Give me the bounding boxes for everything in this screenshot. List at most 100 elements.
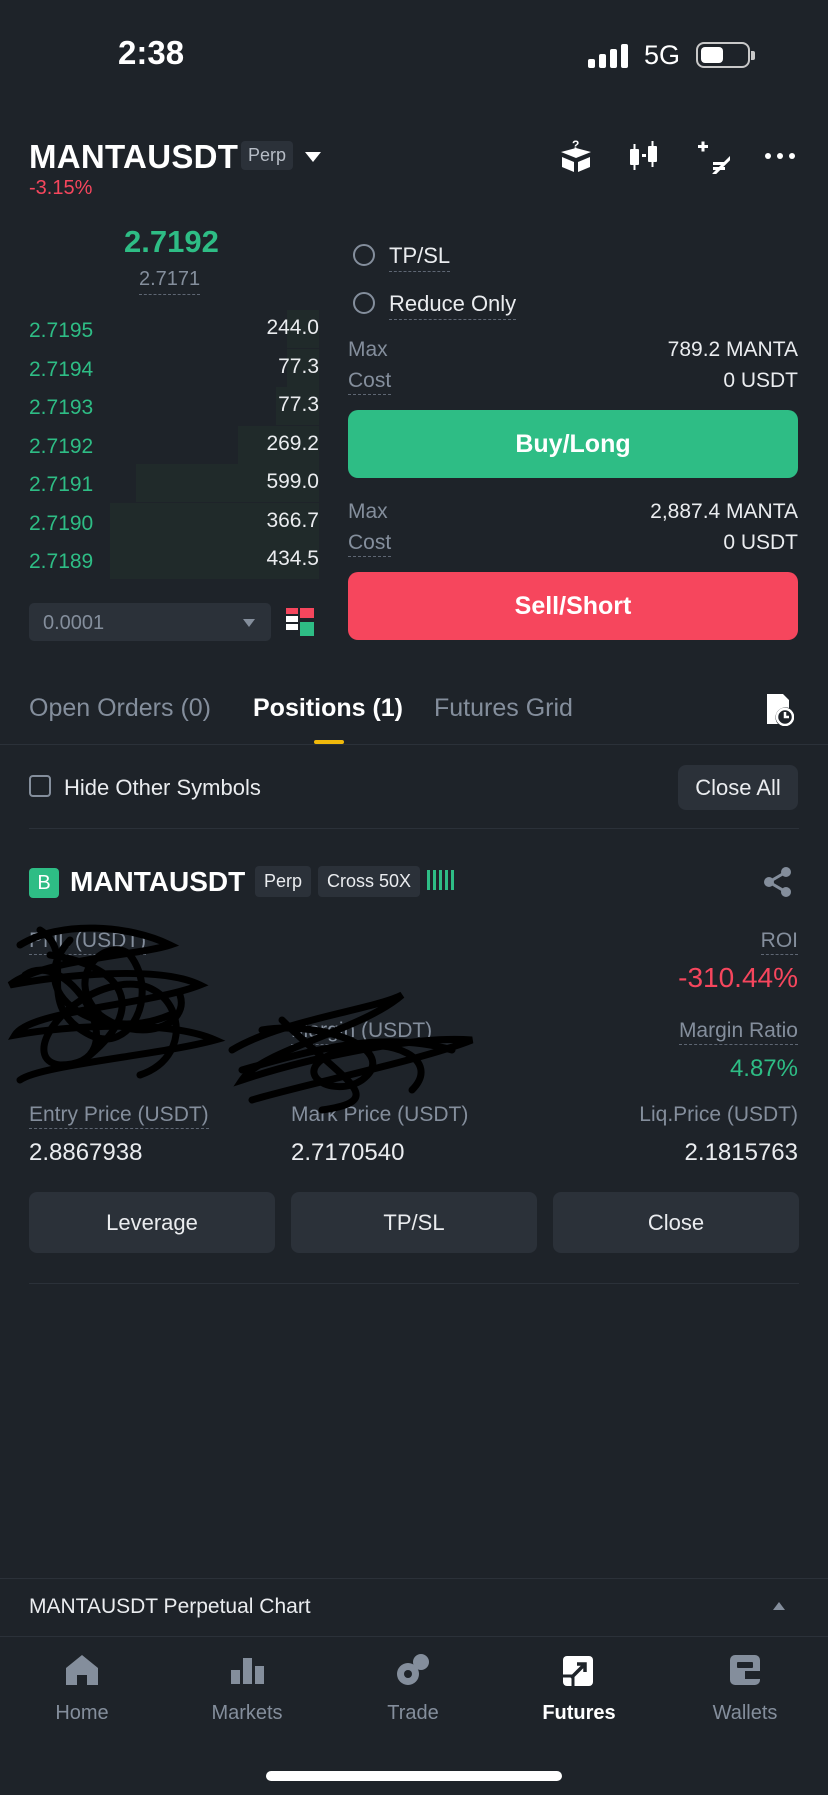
orderbook-layout-icon[interactable]	[286, 608, 314, 636]
orderbook-qty: 244.0	[266, 316, 319, 339]
nav-markets[interactable]: Markets	[182, 1650, 312, 1725]
status-time: 2:38	[118, 34, 185, 71]
markets-icon	[231, 1658, 264, 1684]
tick-size-select[interactable]: 0.0001	[29, 603, 271, 641]
orderbook-row[interactable]: 2.7193 77.3	[29, 387, 319, 425]
hide-other-symbols-label: Hide Other Symbols	[64, 775, 261, 800]
buy-cost-label: Cost	[348, 369, 392, 395]
nav-trade-label: Trade	[387, 1702, 439, 1724]
orderbook-qty: 77.3	[278, 354, 319, 378]
tpsl-button[interactable]: TP/SL	[291, 1192, 537, 1253]
network-label: 5G	[644, 40, 681, 70]
symbol-title[interactable]: MANTAUSDT	[29, 138, 238, 176]
position-contract-tag: Perp	[255, 866, 312, 897]
wallet-icon	[730, 1655, 760, 1685]
side-badge: B	[29, 868, 59, 898]
roi-value: -310.44%	[678, 962, 798, 993]
tab-positions[interactable]: Positions (1)	[253, 694, 403, 723]
redaction-scribble	[228, 991, 474, 1114]
entry-price-value: 2.8867938	[29, 1139, 143, 1166]
orderbook-qty: 269.2	[266, 431, 319, 455]
orderbook-price: 2.7190	[29, 511, 94, 535]
liq-price-value: 2.1815763	[684, 1139, 798, 1166]
home-indicator[interactable]	[266, 1771, 562, 1781]
battery-icon	[696, 42, 755, 68]
tpsl-radio[interactable]	[353, 244, 375, 266]
sell-short-button[interactable]: Sell/Short	[348, 572, 798, 640]
futures-screen: 2:38 5G MANTAUSDT Perp -3.15% ? 2.7192 2…	[0, 0, 828, 1795]
margin-label[interactable]: Margin (USDT)	[291, 1019, 433, 1045]
candlestick-chart-icon[interactable]	[626, 138, 662, 174]
nav-wallets-label: Wallets	[712, 1702, 778, 1724]
calculator-icon[interactable]	[694, 138, 730, 174]
chevron-down-icon	[243, 619, 255, 627]
buy-max-label: Max	[348, 338, 388, 361]
orderbook-qty: 77.3	[278, 393, 319, 416]
orderbook-price: 2.7193	[29, 396, 94, 419]
roi-label[interactable]: ROI	[760, 929, 798, 955]
tab-open-orders[interactable]: Open Orders (0)	[29, 694, 211, 723]
orderbook-row[interactable]: 2.7195 244.0	[29, 310, 319, 348]
buy-max-value: 789.2 MANTA	[667, 338, 798, 361]
liq-price-label: Liq.Price (USDT)	[639, 1103, 798, 1126]
tabs-divider	[0, 744, 828, 745]
orderbook-row[interactable]: 2.7191 599.0	[29, 464, 319, 502]
trade-icon	[397, 1654, 429, 1685]
margin-mode-tag[interactable]: Cross 50X	[318, 866, 421, 897]
symbol-dropdown-icon[interactable]	[305, 152, 321, 162]
nav-home[interactable]: Home	[17, 1650, 147, 1725]
orderbook-qty: 434.5	[266, 547, 319, 570]
orderbook-qty: 599.0	[266, 470, 319, 493]
positions-divider	[29, 828, 799, 829]
last-price: 2.7192	[124, 224, 219, 259]
orderbook-price: 2.7189	[29, 550, 94, 573]
nav-home-label: Home	[55, 1702, 109, 1724]
risk-level-icon	[427, 870, 454, 890]
buy-long-button[interactable]: Buy/Long	[348, 410, 798, 478]
position-card-divider	[29, 1283, 799, 1284]
sell-cost-label: Cost	[348, 531, 392, 557]
reduce-only-radio[interactable]	[353, 292, 375, 314]
order-history-icon[interactable]	[764, 692, 794, 726]
nav-futures[interactable]: Futures	[514, 1650, 644, 1725]
orderbook-row[interactable]: 2.7190 366.7	[29, 502, 319, 541]
orderbook-qty: 366.7	[266, 508, 319, 532]
orderbook-price: 2.7195	[29, 319, 94, 342]
orderbook-price: 2.7192	[29, 434, 94, 458]
nav-markets-label: Markets	[211, 1702, 283, 1724]
nav-wallets[interactable]: Wallets	[680, 1650, 810, 1725]
contract-type-tag: Perp	[241, 141, 294, 170]
orderbook-row[interactable]: 2.7192 269.2	[29, 425, 319, 464]
chevron-up-icon[interactable]	[773, 1602, 785, 1610]
orderbook-row[interactable]: 2.7189 434.5	[29, 541, 319, 579]
mark-price-value: 2.7170540	[291, 1139, 405, 1166]
orderbook-price: 2.7194	[29, 357, 94, 381]
margin-ratio-label[interactable]: Margin Ratio	[678, 1019, 798, 1045]
orderbook-row[interactable]: 2.7194 77.3	[29, 348, 319, 387]
orderbook-price: 2.7191	[29, 473, 94, 496]
share-icon[interactable]	[762, 866, 794, 898]
position-symbol[interactable]: MANTAUSDT	[70, 866, 245, 898]
home-icon	[66, 1655, 98, 1685]
leverage-button[interactable]: Leverage	[29, 1192, 275, 1253]
close-position-button[interactable]: Close	[553, 1192, 799, 1253]
mark-price-label: Mark Price (USDT)	[291, 1103, 469, 1126]
tick-size-value: 0.0001	[43, 612, 105, 634]
mark-price[interactable]: 2.7171	[139, 268, 201, 295]
nav-trade[interactable]: Trade	[348, 1650, 478, 1725]
signal-icon	[588, 44, 628, 68]
entry-price-label[interactable]: Entry Price (USDT)	[29, 1103, 209, 1129]
tab-futures-grid[interactable]: Futures Grid	[434, 694, 573, 723]
pnl-label[interactable]: PNL (USDT)	[29, 929, 147, 955]
nav-futures-label: Futures	[542, 1702, 616, 1724]
reduce-only-label: Reduce Only	[389, 291, 517, 320]
sell-max-value: 2,887.4 MANTA	[650, 500, 798, 523]
more-icon[interactable]	[762, 138, 798, 174]
close-all-button[interactable]: Close All	[678, 765, 798, 810]
futures-icon	[563, 1656, 593, 1686]
buy-cost-value: 0 USDT	[723, 369, 798, 392]
hide-other-symbols-checkbox[interactable]	[29, 775, 51, 797]
margin-ratio-value: 4.87%	[729, 1055, 798, 1082]
promo-box-icon[interactable]: ?	[558, 138, 594, 174]
tpsl-label: TP/SL	[389, 243, 451, 272]
